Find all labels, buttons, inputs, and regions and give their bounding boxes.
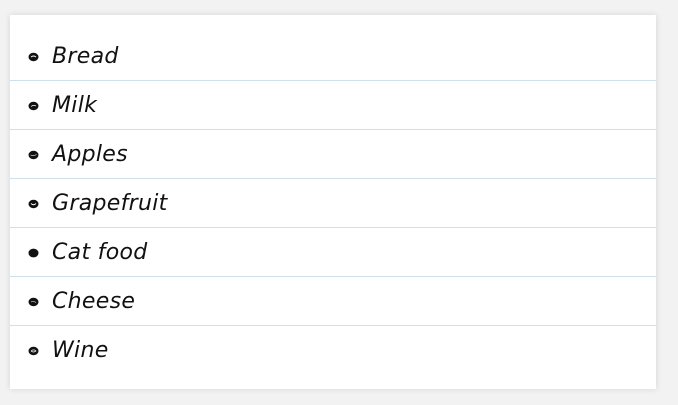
scribble-bullet-icon — [28, 199, 39, 208]
scribble-bullet-icon — [28, 101, 39, 110]
shopping-list: Bread Milk Apples Grapefruit Cat food Ch… — [10, 32, 656, 375]
list-item: Apples — [10, 130, 656, 179]
scribble-bullet-icon — [28, 297, 39, 306]
list-item: Cheese — [10, 277, 656, 326]
scribble-bullet-icon — [28, 346, 39, 356]
list-item-label: Milk — [52, 92, 98, 118]
list-item-label: Cat food — [52, 239, 148, 265]
scribble-bullet-icon — [28, 150, 39, 159]
list-item-label: Apples — [52, 141, 128, 167]
shopping-list-card: Bread Milk Apples Grapefruit Cat food Ch… — [10, 15, 656, 389]
scribble-bullet-icon — [28, 52, 39, 61]
list-item-label: Wine — [52, 338, 109, 363]
scribble-bullet-icon — [28, 248, 39, 257]
list-item: Bread — [10, 32, 656, 81]
list-item: Wine — [10, 326, 656, 375]
list-item: Cat food — [10, 228, 656, 277]
list-item: Milk — [10, 81, 656, 130]
list-item-label: Bread — [52, 43, 119, 69]
list-item: Grapefruit — [10, 179, 656, 228]
list-item-label: Grapefruit — [52, 190, 168, 216]
list-item-label: Cheese — [52, 288, 136, 314]
